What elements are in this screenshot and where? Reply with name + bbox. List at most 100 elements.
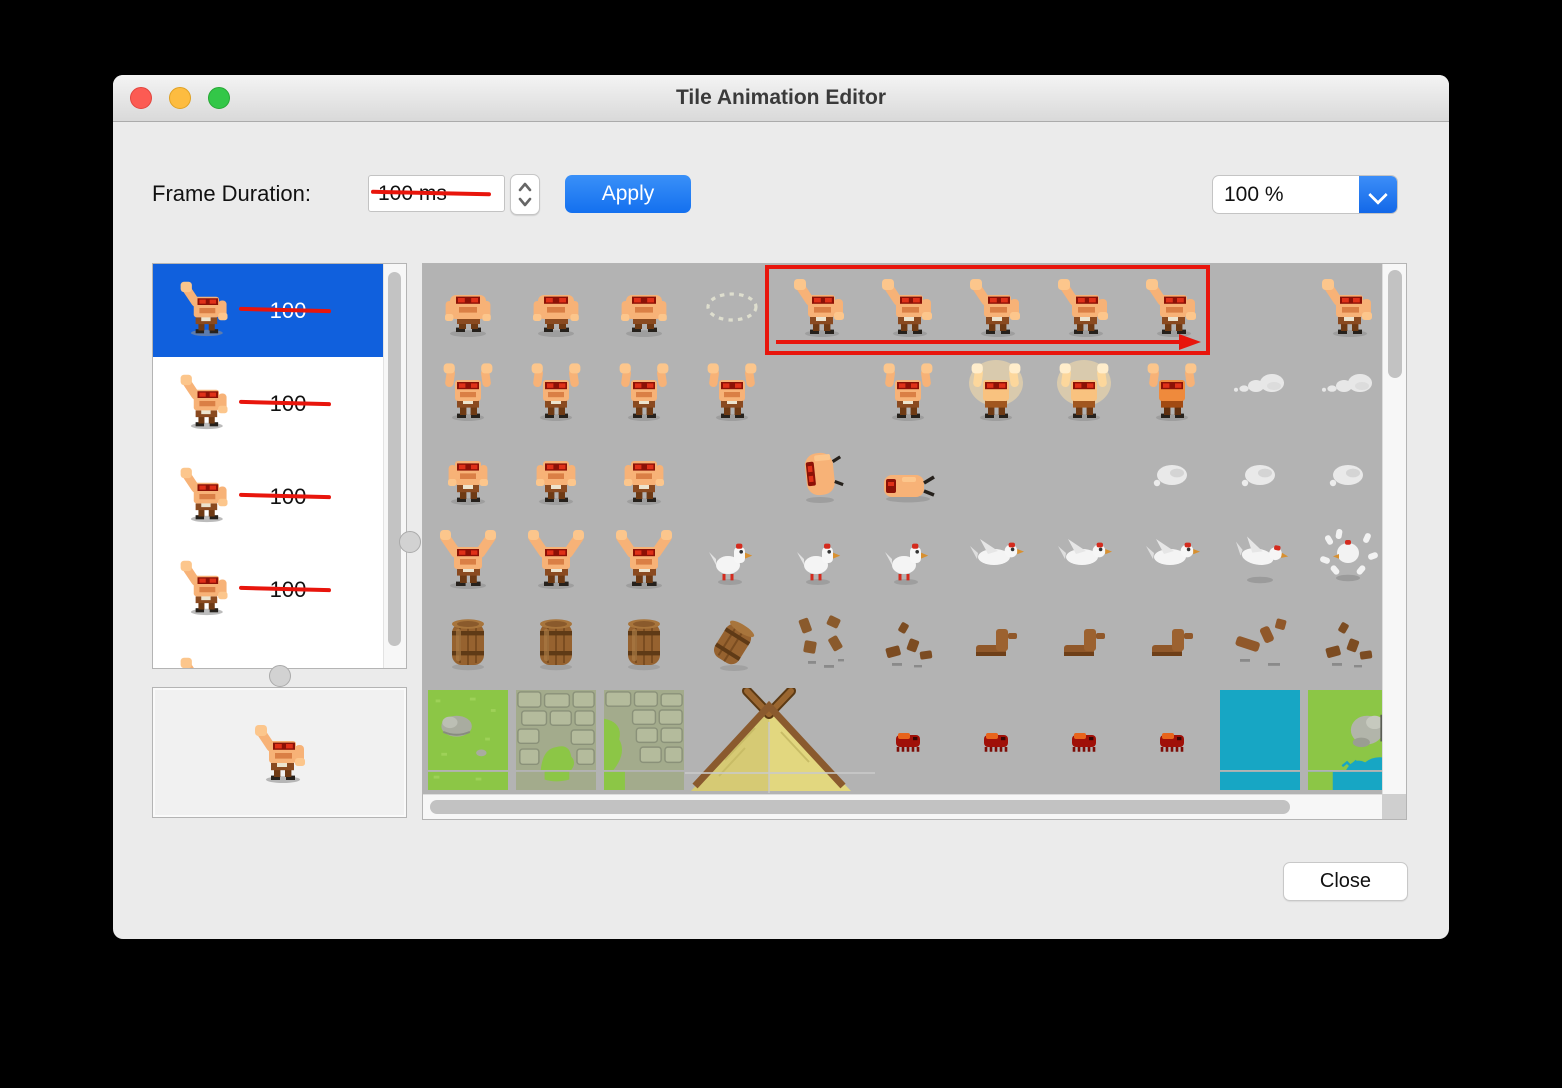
tile-smokedash[interactable] [1216,349,1304,433]
apply-button[interactable]: Apply [565,175,691,213]
tile-puff[interactable] [1216,433,1304,517]
crouch-sprite [612,275,676,339]
tile-puff[interactable] [1304,433,1382,517]
annotation-arrow-icon [776,334,1201,350]
scrollbar-corner [1382,794,1406,819]
tile-barreltilt[interactable] [688,601,776,685]
tileset-vertical-scrollbar[interactable] [1382,264,1406,795]
tile-debris2[interactable] [864,601,952,685]
tile-roll[interactable] [776,433,864,517]
tent-sprite [685,688,875,793]
tile-tent[interactable] [688,685,878,795]
tile-armsup[interactable] [864,349,952,433]
tile-armsv[interactable] [512,517,600,601]
scrollbar-thumb[interactable] [1388,270,1402,378]
tile-glow[interactable] [952,349,1040,433]
stand-sprite [524,443,588,507]
tile-stump[interactable] [952,601,1040,685]
debris-sprite [788,611,852,675]
chevron-down-icon [1368,185,1388,205]
zoom-select[interactable]: 100 % [1212,175,1398,214]
tile-grasswater[interactable] [1304,685,1382,769]
tile-raised[interactable] [1304,265,1382,349]
tile-stand[interactable] [600,433,688,517]
scrollbar-thumb[interactable] [388,272,401,646]
tile-chickfly[interactable] [1040,517,1128,601]
frame-duration-stepper[interactable] [510,174,540,215]
frame-list-item[interactable] [153,636,385,668]
tile-chickfly[interactable] [952,517,1040,601]
tile-barrel[interactable] [512,601,600,685]
tile-crab[interactable] [1040,685,1128,769]
crab-sprite [1052,709,1116,773]
barrel-sprite [436,611,500,675]
tile-debris[interactable] [776,601,864,685]
tile-armsup[interactable] [688,349,776,433]
tile-water[interactable] [1216,685,1304,769]
smokedash-sprite [1316,359,1380,423]
armsup-sprite [612,359,676,423]
frame-list-item[interactable]: 100 [153,450,385,543]
horizontal-splitter-handle[interactable] [269,665,291,687]
tile-crouch[interactable] [424,265,512,349]
fallen-sprite [876,443,940,507]
chickfly-sprite [1052,527,1116,591]
tile-chicken[interactable] [776,517,864,601]
stand-sprite [612,443,676,507]
tile-smokedash[interactable] [1304,349,1382,433]
vertical-splitter-handle[interactable] [399,531,421,553]
tile-crab[interactable] [864,685,952,769]
tile-stump[interactable] [1040,601,1128,685]
scrollbar-thumb[interactable] [430,800,1290,814]
tile-armsup[interactable] [512,349,600,433]
armsup2-sprite [1140,359,1204,423]
tile-stumpbroken[interactable] [1216,601,1304,685]
tile-chickburst[interactable] [1304,517,1382,601]
tile-stand[interactable] [512,433,600,517]
tile-debris2[interactable] [1304,601,1382,685]
tile-armsup[interactable] [424,349,512,433]
tile-stoneB[interactable] [600,685,688,769]
tile-grass[interactable] [424,685,512,769]
close-button[interactable]: Close [1283,862,1408,901]
debris2-sprite [876,611,940,675]
tile-chicken[interactable] [688,517,776,601]
frame-sprite-thumbnail [175,278,235,338]
tile-marquee[interactable] [688,265,776,349]
tile-stump[interactable] [1128,601,1216,685]
tile-armsup2[interactable] [1128,349,1216,433]
frame-sprite-thumbnail [175,654,235,668]
tile-chicken[interactable] [864,517,952,601]
stand-sprite [436,443,500,507]
preview-sprite [249,721,313,785]
tile-puff[interactable] [1128,433,1216,517]
frame-list: 100100100100 [153,264,385,668]
tile-armsup[interactable] [600,349,688,433]
frame-list-item[interactable]: 100 [153,264,385,357]
tile-armsv[interactable] [424,517,512,601]
tile-chickfly[interactable] [1128,517,1216,601]
frame-list-item[interactable]: 100 [153,543,385,636]
frame-list-scrollbar[interactable] [383,264,406,668]
tile-glow[interactable] [1040,349,1128,433]
tile-barrel[interactable] [600,601,688,685]
tile-crouch[interactable] [600,265,688,349]
title-bar[interactable]: Tile Animation Editor [113,75,1449,122]
tile-chickland[interactable] [1216,517,1304,601]
crab-sprite [964,709,1028,773]
chicken-sprite [876,527,940,591]
tile-stand[interactable] [424,433,512,517]
tile-fallen[interactable] [864,433,952,517]
barrel-sprite [524,611,588,675]
tile-armsv[interactable] [600,517,688,601]
frame-list-item[interactable]: 100 [153,357,385,450]
tile-crouch[interactable] [512,265,600,349]
tile-crab[interactable] [1128,685,1216,769]
tile-barrel[interactable] [424,601,512,685]
tile-crab[interactable] [952,685,1040,769]
zoom-dropdown-button[interactable] [1359,176,1397,213]
tileset-horizontal-scrollbar[interactable] [423,794,1382,819]
stumpbroken-sprite [1228,611,1292,675]
tile-stoneA[interactable] [512,685,600,769]
screen-background: { "window": { "title": "Tile Animation E… [0,0,1562,1088]
